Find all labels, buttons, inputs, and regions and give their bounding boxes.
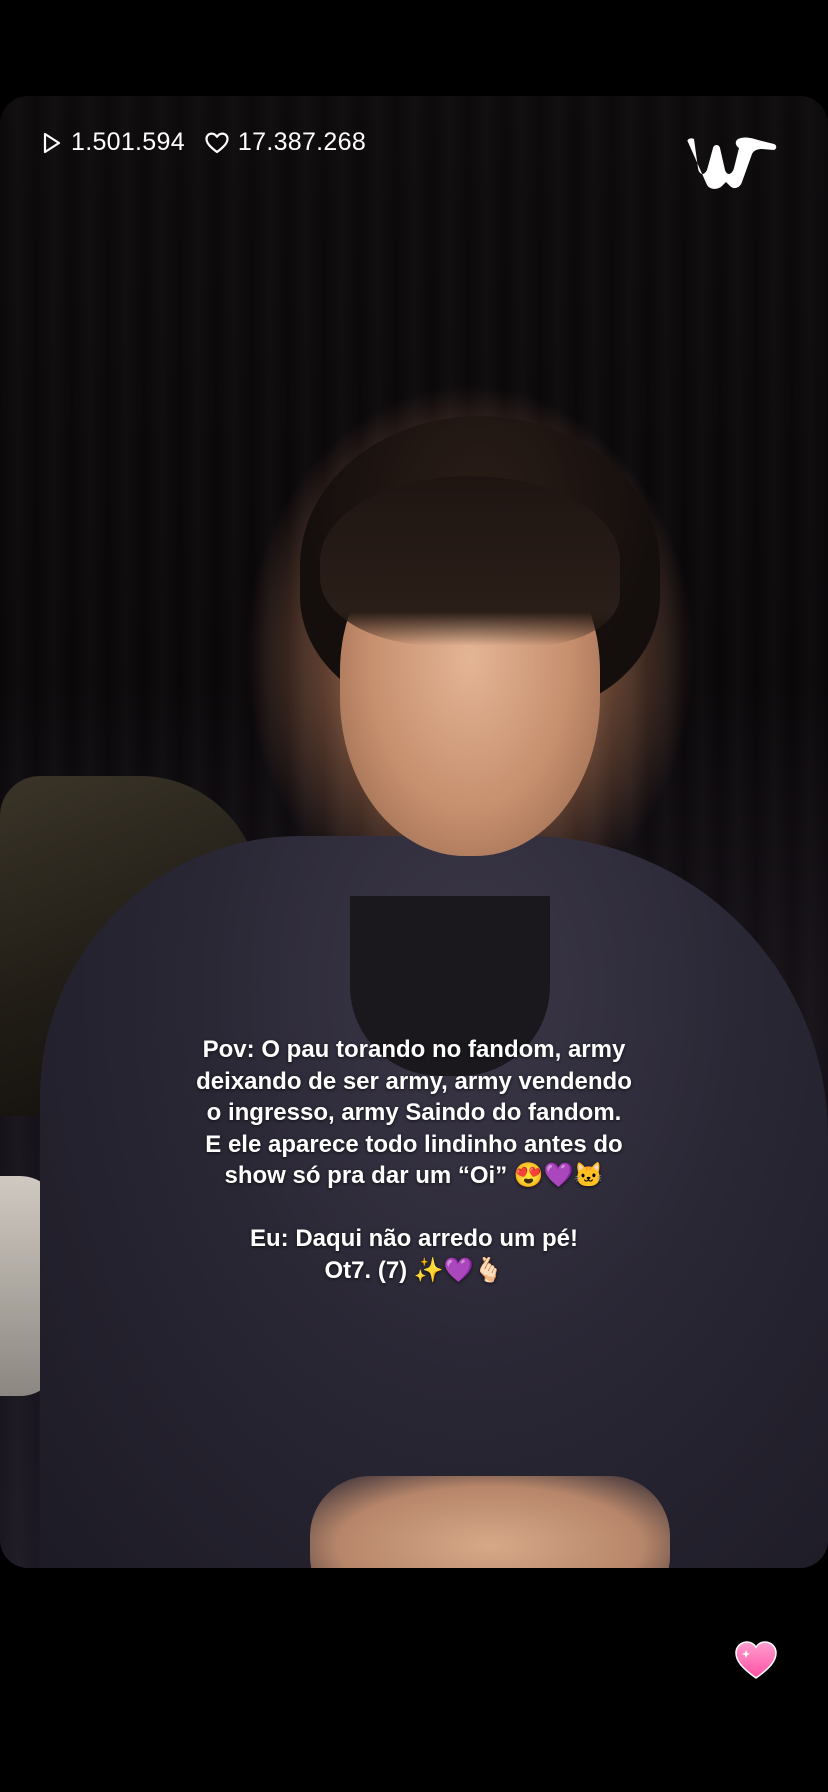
like-count: 17.387.268 (205, 128, 366, 157)
caption-line: Ot7. (7) ✨💜🫰🏻 (324, 1256, 504, 1284)
video-player[interactable] (0, 96, 828, 1568)
caption-line: Eu: Daqui não arredo um pé! (249, 1225, 579, 1252)
video-caption: Pov: O pau torando no fandom, army deixa… (150, 1034, 678, 1286)
person-bangs (320, 476, 620, 646)
caption-gap (150, 1192, 678, 1224)
caption-line: deixando de ser army, army vendendo (196, 1067, 632, 1095)
like-count-value: 17.387.268 (237, 128, 367, 156)
play-count: 1.501.594 (42, 128, 185, 157)
weverse-logo-icon[interactable] (682, 130, 778, 196)
caption-line: Pov: O pau torando no fandom, army (202, 1036, 626, 1063)
heart-outline-icon (205, 132, 229, 153)
video-stats: 1.501.594 17.387.268 (42, 128, 386, 157)
caption-line: show só pra dar um “Oi” 😍💜🐱 (224, 1162, 604, 1189)
play-outline-icon (43, 132, 61, 153)
caption-line: E ele aparece todo lindinho antes do (205, 1130, 623, 1158)
caption-line: o ingresso, army Saindo do fandom. (206, 1099, 622, 1126)
sparkle-heart-icon[interactable] (734, 1640, 778, 1680)
play-count-value: 1.501.594 (71, 128, 185, 156)
person-hands (310, 1476, 670, 1568)
